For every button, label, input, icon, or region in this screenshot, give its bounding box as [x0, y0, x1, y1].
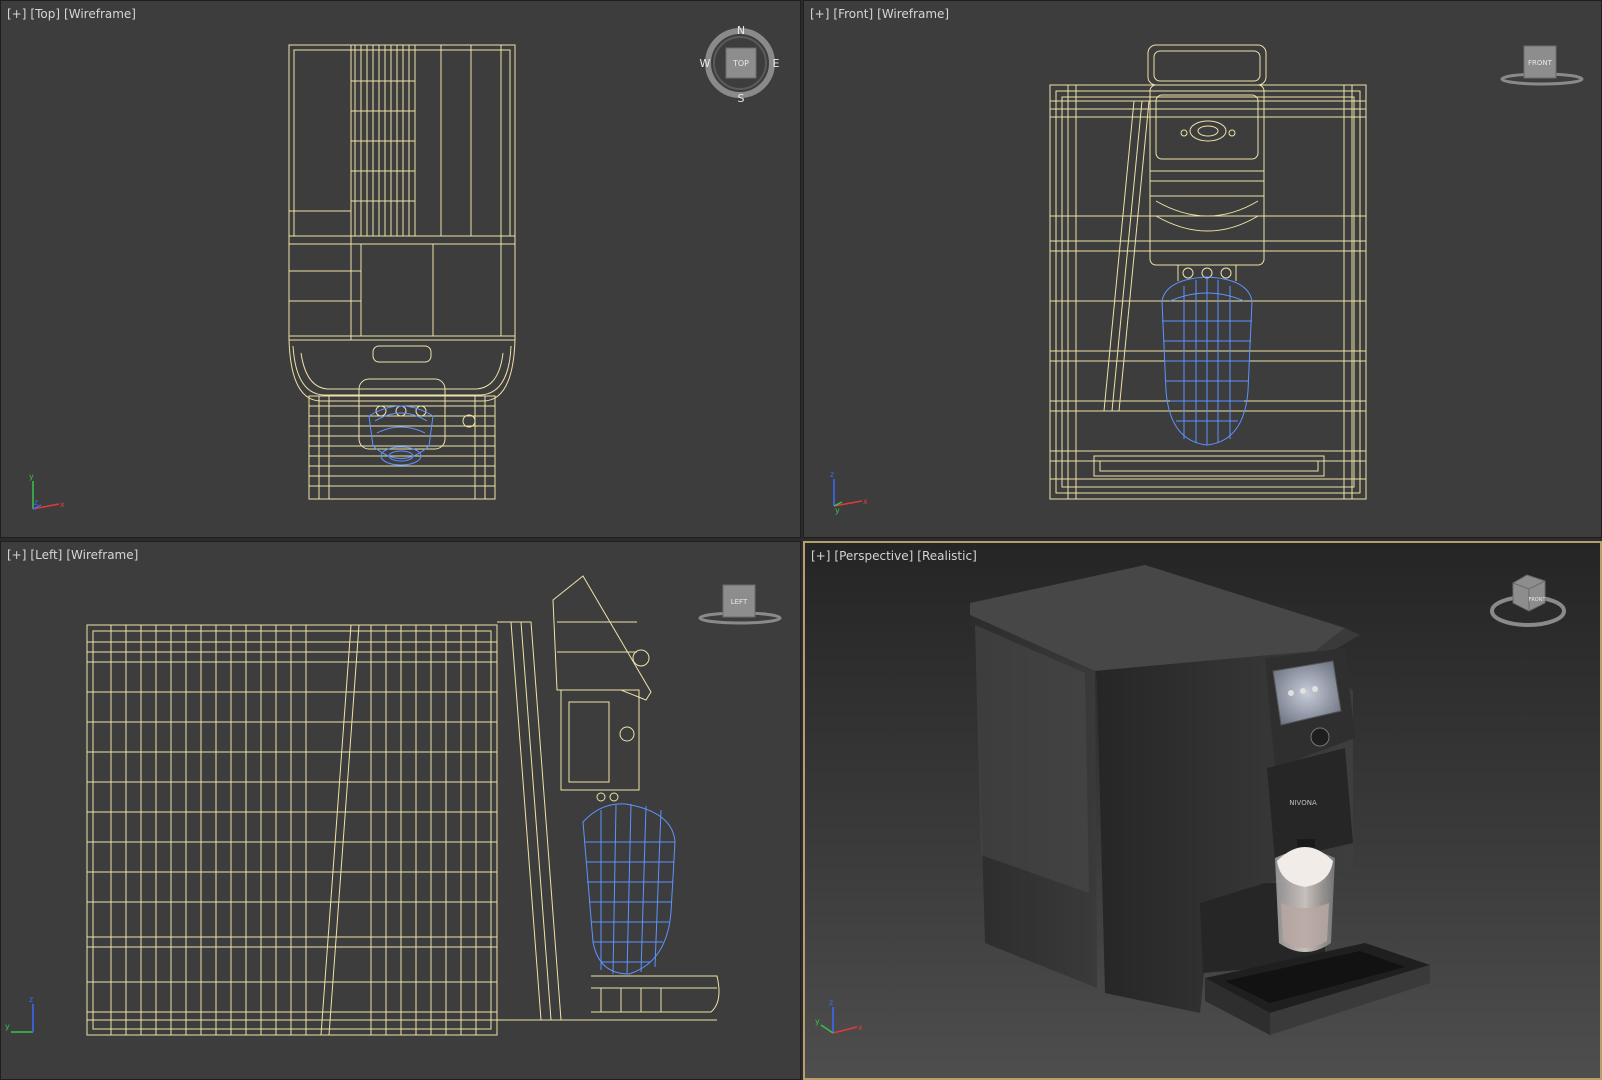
- viewcube-face-label: LEFT: [731, 598, 748, 606]
- viewcube-perspective[interactable]: FRONT: [1490, 574, 1566, 627]
- svg-text:y: y: [835, 506, 840, 515]
- viewport-front[interactable]: [+] [Front] [Wireframe] z x y FRONT: [803, 0, 1602, 538]
- rendered-coffee-machine[interactable]: NIVONA z x y FRONT: [805, 543, 1602, 1080]
- wireframe-front-view[interactable]: z x y FRONT: [804, 1, 1602, 538]
- viewcube-left[interactable]: LEFT: [698, 584, 782, 625]
- viewport-left[interactable]: [+] [Left] [Wireframe] z y LEFT: [0, 541, 801, 1080]
- brand-logo: NIVONA: [1289, 799, 1317, 807]
- viewport-perspective[interactable]: [+] [Perspective] [Realistic] NIVONA z x…: [803, 541, 1602, 1080]
- viewport-top[interactable]: [+] [Top] [Wireframe] y x z TOP N S E W: [0, 0, 801, 538]
- viewcube-face-label: FRONT: [1528, 59, 1553, 67]
- axis-tripod: z x y: [830, 470, 868, 515]
- svg-text:z: z: [830, 470, 834, 479]
- compass-north: N: [737, 24, 745, 37]
- viewcube-face-label: FRONT: [1528, 597, 1546, 603]
- viewcube-face-label: TOP: [732, 59, 749, 68]
- viewcube-top[interactable]: TOP N S E W: [700, 24, 780, 105]
- compass-east: E: [773, 57, 780, 70]
- svg-text:z: z: [34, 498, 38, 507]
- svg-text:x: x: [858, 1023, 863, 1032]
- svg-text:y: y: [815, 1017, 820, 1026]
- axis-tripod: z y: [5, 995, 34, 1033]
- svg-text:x: x: [863, 497, 868, 506]
- compass-south: S: [738, 92, 745, 105]
- compass-west: W: [700, 57, 711, 70]
- wireframe-top-view[interactable]: y x z TOP N S E W: [1, 1, 801, 538]
- axis-tripod: z x y: [815, 998, 863, 1034]
- viewcube-front[interactable]: FRONT: [1500, 45, 1584, 86]
- wireframe-left-view[interactable]: z y LEFT: [1, 542, 801, 1080]
- svg-text:z: z: [29, 995, 33, 1004]
- svg-text:y: y: [29, 472, 34, 481]
- svg-text:y: y: [5, 1022, 10, 1031]
- svg-text:x: x: [60, 500, 65, 509]
- axis-tripod: y x z: [29, 472, 65, 510]
- svg-text:z: z: [829, 998, 833, 1007]
